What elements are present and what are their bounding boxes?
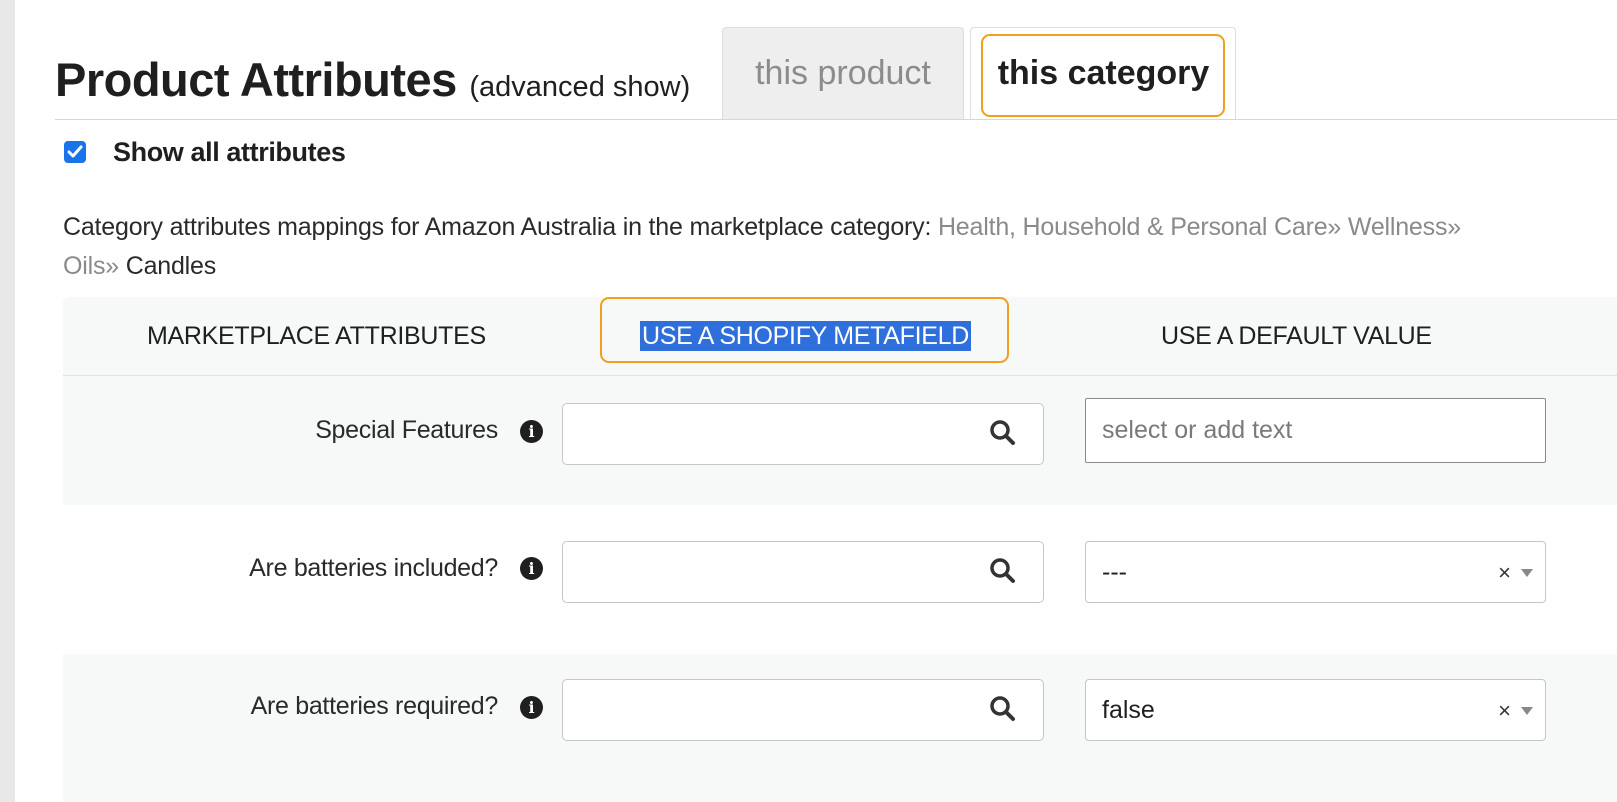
- checkmark-icon: [67, 145, 83, 158]
- tab-this-category-label: this category: [980, 34, 1226, 117]
- show-all-checkbox[interactable]: [64, 141, 86, 163]
- clear-icon[interactable]: ×: [1498, 698, 1511, 724]
- default-value-selected: ---: [1102, 557, 1127, 586]
- column-header-marketplace-attributes: MARKETPLACE ATTRIBUTES: [147, 322, 486, 350]
- select-controls: ×: [1498, 560, 1533, 586]
- select-controls: ×: [1498, 698, 1533, 724]
- caret-down-icon[interactable]: [1521, 707, 1533, 715]
- clear-icon[interactable]: ×: [1498, 560, 1511, 586]
- header-divider: [55, 119, 1617, 120]
- default-value-placeholder: select or add text: [1102, 416, 1293, 444]
- default-value-selected: false: [1102, 695, 1155, 724]
- breadcrumb-item: Wellness»: [1347, 213, 1461, 241]
- description-text: Category attributes mappings for Amazon …: [63, 213, 932, 241]
- metafield-search-input[interactable]: [562, 541, 1044, 603]
- tab-this-product-label: this product: [755, 54, 931, 92]
- highlight-box: [600, 297, 1009, 363]
- page-title: Product Attributes (advanced show): [55, 52, 690, 107]
- default-value-select[interactable]: --- ×: [1085, 541, 1546, 603]
- tab-this-product[interactable]: this product: [722, 27, 964, 119]
- metafield-search-input[interactable]: [562, 403, 1044, 465]
- search-icon: [990, 558, 1015, 583]
- caret-down-icon[interactable]: [1521, 569, 1533, 577]
- page-title-text: Product Attributes: [55, 53, 457, 106]
- breadcrumb-current: Candles: [125, 252, 217, 280]
- attributes-panel: Product Attributes (advanced show) this …: [15, 0, 1617, 802]
- info-icon[interactable]: i: [520, 557, 543, 580]
- show-all-label[interactable]: Show all attributes: [113, 137, 346, 168]
- attribute-label-special-features: Special Features: [315, 416, 498, 444]
- info-icon[interactable]: i: [520, 420, 543, 443]
- tab-this-category[interactable]: this category: [970, 27, 1236, 120]
- attribute-label-batteries-included: Are batteries included?: [249, 554, 498, 582]
- column-header-default-value: USE A DEFAULT VALUE: [1161, 322, 1432, 350]
- breadcrumb-item: Oils»: [63, 252, 119, 280]
- default-value-select[interactable]: false ×: [1085, 679, 1546, 741]
- info-icon[interactable]: i: [520, 696, 543, 719]
- page-subtitle: (advanced show): [469, 71, 691, 103]
- metafield-search-input[interactable]: [562, 679, 1044, 741]
- search-icon: [990, 420, 1015, 445]
- search-icon: [990, 696, 1015, 721]
- attribute-label-batteries-required: Are batteries required?: [250, 692, 499, 720]
- breadcrumb-item: Health, Household & Personal Care»: [937, 213, 1342, 241]
- category-description: Category attributes mappings for Amazon …: [63, 208, 1617, 286]
- default-value-text-input[interactable]: select or add text: [1085, 398, 1546, 463]
